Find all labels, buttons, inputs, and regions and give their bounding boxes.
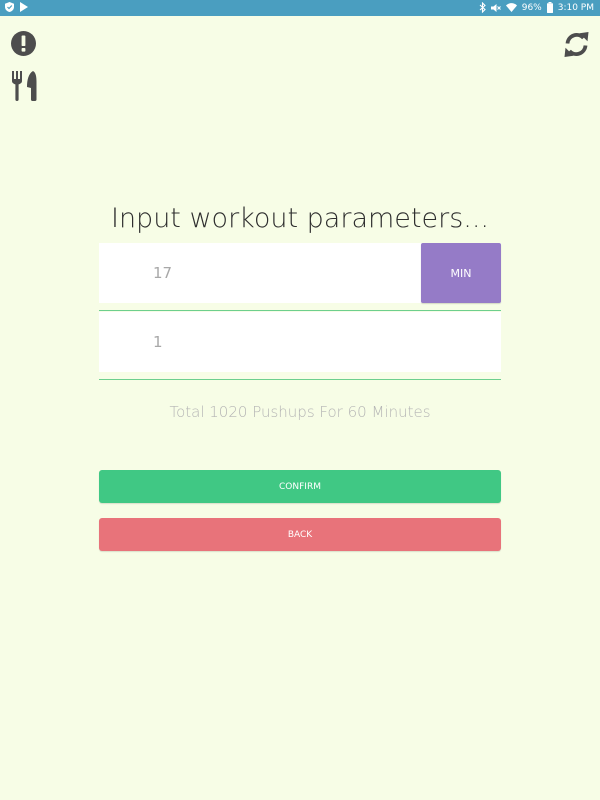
shield-icon: [5, 2, 14, 12]
back-button[interactable]: BACK: [99, 518, 501, 551]
refresh-icon[interactable]: [563, 31, 590, 58]
count-value: 17: [153, 264, 173, 282]
battery-percent: 96%: [521, 2, 542, 13]
page-title: Input workout parameters...: [110, 203, 490, 234]
mute-icon: [490, 3, 501, 13]
count-input-underline: [99, 310, 501, 311]
fork-knife-icon[interactable]: [11, 71, 37, 101]
status-left-group: [5, 2, 28, 12]
interval-value: 1: [153, 333, 163, 351]
status-right-group: 96% 3:10 PM: [479, 2, 594, 13]
confirm-button[interactable]: CONFIRM: [99, 470, 501, 503]
interval-input[interactable]: 1: [99, 312, 501, 372]
unit-toggle-button[interactable]: MIN: [421, 243, 501, 303]
play-store-icon: [20, 2, 28, 12]
workout-summary: Total 1020 Pushups For 60 Minutes: [169, 403, 431, 421]
alert-icon[interactable]: [11, 31, 36, 56]
clock: 3:10 PM: [557, 2, 594, 13]
battery-icon: [546, 2, 553, 13]
status-bar: 96% 3:10 PM: [0, 0, 600, 16]
wifi-icon: [505, 3, 517, 12]
bluetooth-icon: [479, 2, 486, 13]
interval-input-underline: [99, 379, 501, 380]
